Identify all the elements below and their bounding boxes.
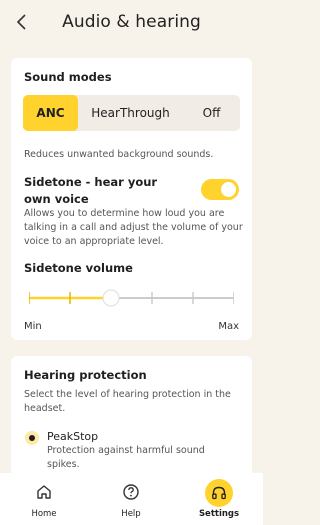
peakstop-option-label[interactable]: PeakStop (47, 430, 98, 443)
hearing-protection-description: Select the level of hearing protection i… (24, 389, 231, 414)
sound-mode-anc-option[interactable]: ANC (23, 95, 78, 131)
sound-modes-segmented-control: ANC HearThrough Off (23, 95, 240, 131)
sound-mode-off-option[interactable]: Off (183, 95, 240, 131)
sidetone-description: Allows you to determine how loud you are… (24, 208, 243, 247)
page-title: Audio & hearing (62, 12, 201, 32)
sound-settings-card: Sound modes ANC HearThrough Off Reduces … (11, 58, 252, 340)
radio-selected-dot (29, 435, 35, 441)
peakstop-radio[interactable] (25, 431, 39, 445)
hearing-protection-title: Hearing protection (24, 368, 147, 382)
nav-home-label: Home (31, 509, 57, 519)
sidetone-toggle[interactable] (201, 179, 239, 200)
sidetone-title: Sidetone - hear your own voice (24, 175, 158, 206)
sound-modes-title: Sound modes (24, 70, 112, 84)
sound-mode-hearthrough-option[interactable]: HearThrough (78, 95, 183, 131)
header: Audio & hearing (0, 0, 263, 46)
sidetone-volume-title: Sidetone volume (24, 261, 133, 275)
nav-settings[interactable]: Settings (189, 473, 249, 525)
slider-max-label: Max (218, 321, 239, 332)
help-icon (123, 484, 139, 500)
nav-help-label: Help (121, 509, 141, 519)
slider-min-label: Min (24, 321, 42, 332)
headphones-icon (212, 486, 226, 500)
sidetone-volume-slider[interactable] (29, 286, 234, 310)
settings-active-indicator (205, 479, 233, 507)
nav-help[interactable]: Help (101, 473, 161, 525)
home-icon (37, 485, 51, 499)
nav-home[interactable]: Home (14, 473, 74, 525)
nav-settings-label: Settings (198, 509, 240, 519)
slider-thumb (102, 289, 120, 307)
toggle-knob (221, 182, 236, 197)
bottom-navigation: Home Help Settings (0, 473, 263, 525)
sound-mode-description: Reduces unwanted background sounds. (24, 149, 214, 160)
peakstop-option-description: Protection against harmful sound spikes. (47, 445, 205, 470)
